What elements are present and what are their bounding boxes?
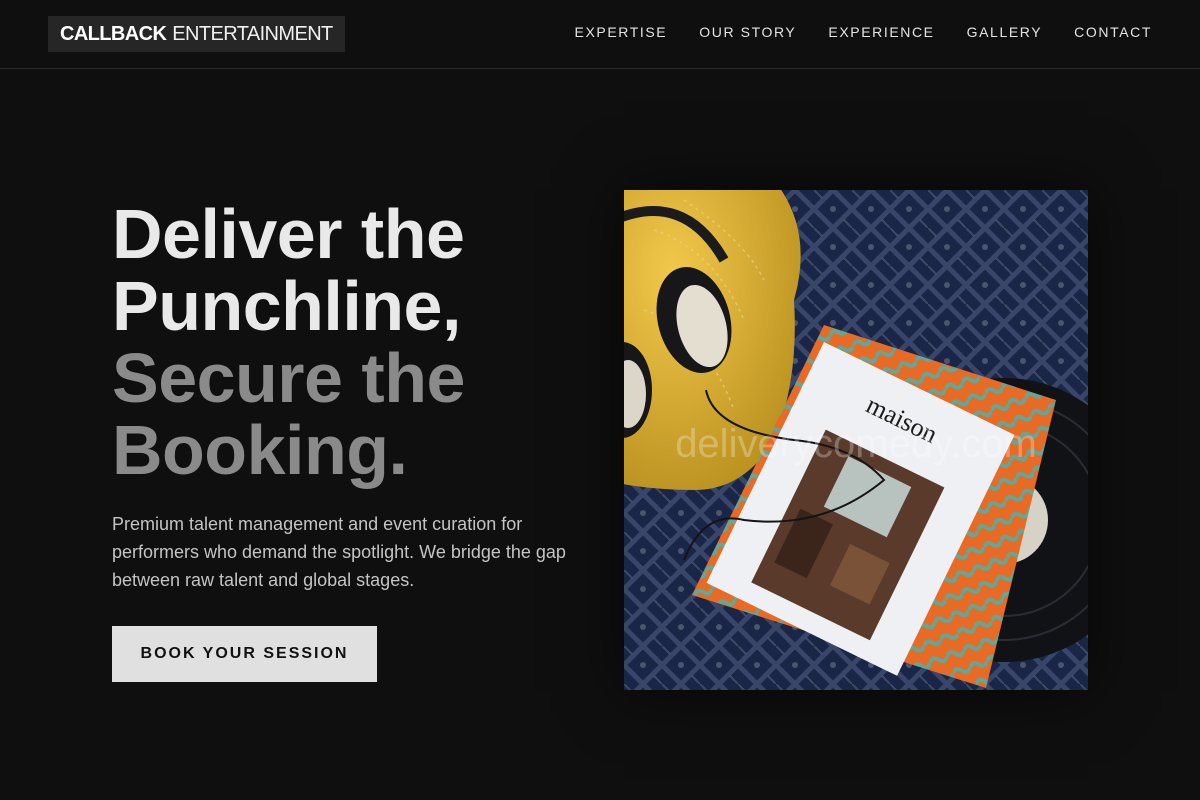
hero-description: Premium talent management and event cura…	[112, 514, 566, 590]
hero-headline: Deliver the Punchline, Secure the Bookin…	[112, 198, 465, 486]
logo-wordmark-light: ENTERTAINMENT	[172, 22, 333, 45]
brand-logo[interactable]: CALLBACK ENTERTAINMENT	[48, 16, 345, 52]
headline-line-4: Booking.	[112, 411, 408, 489]
logo-wordmark-strong: CALLBACK	[60, 22, 167, 45]
nav-link-contact[interactable]: CONTACT	[1074, 22, 1152, 42]
nav-link-expertise[interactable]: EXPERTISE	[575, 22, 668, 42]
main-nav: EXPERTISE OUR STORY EXPERIENCE GALLERY C…	[575, 22, 1152, 42]
site-header: CALLBACK ENTERTAINMENT EXPERTISE OUR STO…	[0, 0, 1200, 69]
headline-line-2: Punchline,	[112, 267, 461, 345]
headline-line-3: Secure the	[112, 339, 465, 417]
book-session-button[interactable]: BOOK YOUR SESSION	[112, 626, 377, 682]
hero-photo: maison deliverycomedy.com	[624, 190, 1088, 690]
headphones-magazine-vinyl-photo: maison	[624, 190, 1088, 690]
nav-link-our-story[interactable]: OUR STORY	[699, 22, 796, 42]
nav-link-gallery[interactable]: GALLERY	[967, 22, 1043, 42]
nav-link-experience[interactable]: EXPERIENCE	[828, 22, 934, 42]
headline-line-1: Deliver the	[112, 195, 465, 273]
